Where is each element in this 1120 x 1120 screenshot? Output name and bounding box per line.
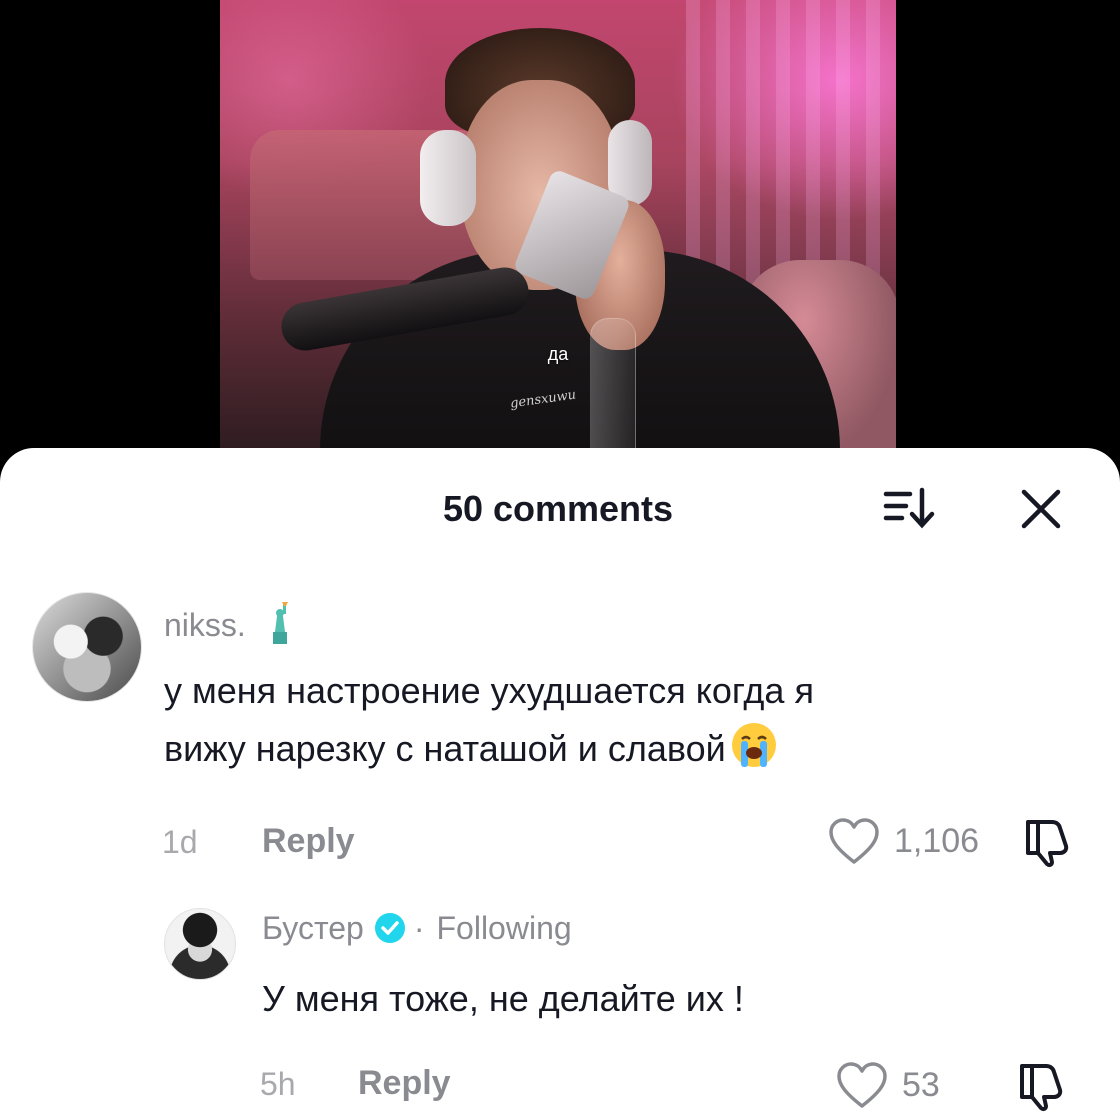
comment-username[interactable]: Бустер · Following — [262, 910, 572, 947]
comments-title: 50 comments — [442, 488, 674, 529]
comment-text-fragment: вижу нарезку с наташой и славой — [164, 728, 726, 769]
comment-time: 1d — [162, 824, 198, 860]
separator-dot: · — [413, 910, 425, 946]
username-text[interactable]: nikss. — [164, 607, 246, 643]
username-text[interactable]: Бустер — [262, 910, 364, 946]
loudly-crying-face-icon — [731, 723, 776, 767]
comment-time: 5h — [260, 1066, 296, 1102]
close-icon[interactable] — [1018, 486, 1064, 532]
headphone-left — [420, 130, 476, 226]
avatar[interactable] — [32, 592, 142, 702]
dislike-icon[interactable] — [1016, 1060, 1070, 1112]
comment-text-line: вижу нарезку с наташой и славой — [164, 720, 814, 778]
like-count: 53 — [902, 1066, 940, 1104]
sort-icon[interactable] — [882, 486, 938, 530]
comment-text: у меня настроение ухудшается когда я виж… — [164, 662, 814, 778]
reply-button[interactable]: Reply — [358, 1064, 451, 1103]
comment-text: У меня тоже, не делайте их ! — [262, 978, 744, 1019]
comment-text-line: у меня настроение ухудшается когда я — [164, 670, 814, 711]
comment-username[interactable]: nikss. — [164, 602, 299, 646]
reply-button[interactable]: Reply — [262, 822, 355, 861]
dislike-icon[interactable] — [1022, 816, 1076, 868]
comments-sheet: 50 comments nikss. у меня настроение уху… — [0, 448, 1120, 1120]
video-subtitle: да — [547, 344, 569, 364]
avatar[interactable] — [164, 908, 236, 980]
heart-icon[interactable] — [828, 818, 880, 866]
video-player[interactable]: да gensxuwu — [220, 0, 896, 460]
glass-bottle — [590, 318, 636, 460]
heart-icon[interactable] — [836, 1062, 888, 1110]
following-status: Following — [436, 910, 572, 946]
verified-badge-icon — [374, 913, 405, 943]
statue-of-liberty-icon — [272, 602, 288, 644]
like-count: 1,106 — [894, 822, 980, 860]
